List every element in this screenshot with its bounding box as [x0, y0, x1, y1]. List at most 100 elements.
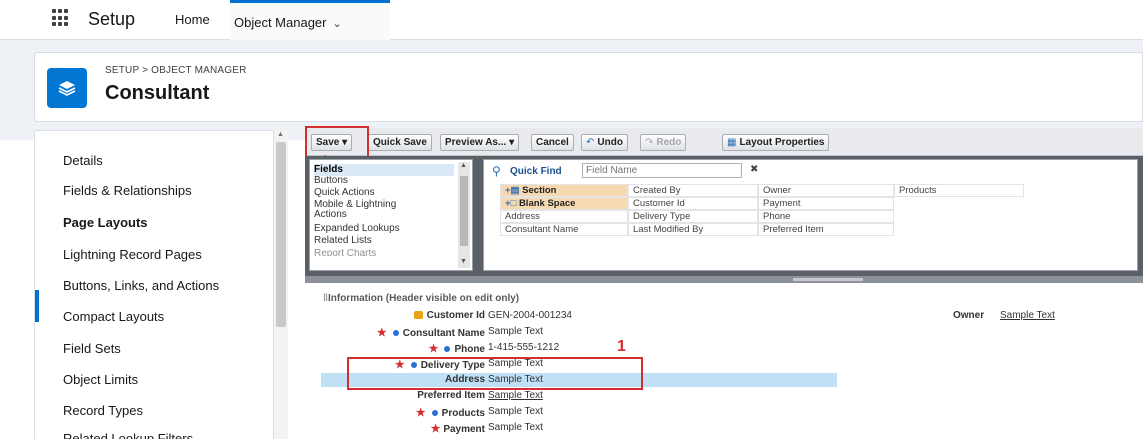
palette-scrollbar[interactable]: ▲ ▼ — [458, 162, 470, 268]
app-name: Setup — [88, 9, 136, 29]
layout-field-label-customer-id: Customer Id — [413, 310, 485, 321]
palette-category-list: Fields Buttons Quick Actions Mobile & Li… — [309, 159, 473, 271]
sidebar-item-buttons-links-actions[interactable]: Buttons, Links, and Actions — [63, 278, 219, 293]
scroll-up-arrow-icon[interactable]: ▲ — [460, 162, 467, 169]
layout-field-label[interactable]: Customer Id — [325, 310, 485, 324]
undo-button[interactable]: ↶ Undo — [581, 134, 628, 151]
preview-as-button[interactable]: Preview As... ▾ — [440, 134, 520, 151]
palette-field[interactable]: Consultant Name — [500, 223, 628, 236]
palette-field[interactable]: Created By — [628, 184, 758, 197]
layout-field-label-phone: ★ Phone — [429, 342, 485, 355]
required-icon: ★ — [430, 423, 441, 435]
palette-field[interactable]: Last Modified By — [628, 223, 758, 236]
search-icon: ⚲ — [492, 164, 501, 178]
field-label: Phone — [454, 344, 485, 355]
layout-field-label[interactable]: ★ Payment — [325, 422, 485, 436]
layout-field-label[interactable]: ★ Phone — [325, 342, 485, 356]
field-value: Sample Text — [488, 422, 543, 433]
tab-home[interactable]: Home — [175, 12, 210, 27]
layout-field-label[interactable]: ★ Consultant Name — [325, 326, 485, 340]
field-value: Sample Text — [488, 406, 543, 417]
preview-as-label: Preview As... — [445, 137, 507, 148]
palette-category-buttons[interactable]: Buttons — [314, 176, 348, 186]
object-manager-sidebar: Details Fields & Relationships Page Layo… — [34, 130, 274, 439]
annotation-number-1: 1 — [617, 338, 626, 355]
section-header[interactable]: ‖Information (Header visible on edit onl… — [323, 293, 519, 304]
address-highlight-box — [347, 357, 643, 390]
palette-resize-handle[interactable] — [305, 276, 1143, 283]
palette-field[interactable]: Preferred Item — [758, 223, 894, 236]
sidebar-item-compact-layouts[interactable]: Compact Layouts — [63, 309, 164, 324]
sidebar-item-page-layouts[interactable]: Page Layouts — [63, 215, 148, 230]
palette-field[interactable]: Address — [500, 210, 628, 223]
dropdown-arrow-icon[interactable]: ▾ — [509, 137, 514, 148]
redo-button[interactable]: ↷ Redo — [640, 134, 687, 151]
palette-field-label: Section — [522, 185, 557, 196]
save-highlight-box — [305, 126, 369, 158]
layout-field-label[interactable]: Preferred Item — [325, 390, 485, 404]
sidebar-item-related-lookup-filters[interactable]: Related Lookup Filters — [63, 431, 193, 439]
layout-properties-icon: ▦ — [727, 137, 737, 148]
object-header: SETUP > OBJECT MANAGER Consultant — [34, 52, 1143, 122]
field-label: Payment — [443, 424, 485, 435]
undo-label: Undo — [597, 137, 623, 148]
field-label: Consultant Name — [402, 328, 485, 339]
palette-field[interactable]: Customer Id — [628, 197, 758, 210]
breadcrumb[interactable]: SETUP > OBJECT MANAGER — [105, 65, 247, 76]
clear-search-icon[interactable]: ✖ — [750, 164, 758, 175]
layers-icon — [47, 68, 87, 108]
palette-category-expanded-lookups[interactable]: Expanded Lookups — [314, 224, 400, 234]
sidebar-item-object-limits[interactable]: Object Limits — [63, 372, 138, 387]
palette-field[interactable]: Phone — [758, 210, 894, 223]
field-value: Sample Text — [488, 390, 543, 401]
palette-field[interactable]: Products — [894, 184, 1024, 197]
palette-scrollbar-thumb[interactable] — [460, 176, 468, 246]
palette-field-empty — [894, 197, 1024, 210]
sidebar-item-lightning-record-pages[interactable]: Lightning Record Pages — [63, 247, 202, 262]
palette-category-actions[interactable]: Actions — [314, 210, 347, 220]
field-dot-icon — [392, 329, 399, 336]
layout-field-label[interactable]: ★ Products — [325, 406, 485, 420]
editor-toolbar: Save ▾ Quick Save Preview As... ▾ Cancel… — [305, 126, 1143, 168]
palette-field-panel: ⚲ Quick Find ✖ +▤ Section Created By Own… — [483, 159, 1138, 271]
palette-field-blank-space[interactable]: +□ Blank Space — [500, 197, 628, 210]
required-icon: ★ — [428, 343, 439, 355]
section-icon: +▤ — [505, 185, 520, 196]
sidebar-item-record-types[interactable]: Record Types — [63, 403, 143, 418]
palette-field-empty — [894, 210, 1024, 223]
sidebar-scrollbar-thumb[interactable] — [276, 142, 286, 327]
layout-field-label-owner[interactable]: Owner — [953, 310, 984, 321]
active-indicator — [35, 290, 39, 322]
quick-save-button[interactable]: Quick Save — [368, 134, 432, 151]
scroll-down-arrow-icon[interactable]: ▼ — [460, 258, 467, 265]
page-layout-editor: Save ▾ Quick Save Preview As... ▾ Cancel… — [305, 126, 1143, 439]
palette-field[interactable]: Owner — [758, 184, 894, 197]
owner-value: Sample Text — [1000, 310, 1055, 321]
palette-field[interactable]: Payment — [758, 197, 894, 210]
field-value: Sample Text — [488, 326, 543, 337]
required-icon: ★ — [415, 407, 426, 419]
palette-category-report-charts[interactable]: Report Charts — [314, 249, 376, 256]
palette-field[interactable]: Delivery Type — [628, 210, 758, 223]
app-launcher-icon[interactable] — [52, 9, 70, 27]
chevron-down-icon[interactable]: ⌄ — [333, 17, 342, 30]
undo-icon: ↶ — [586, 137, 595, 148]
field-label: Customer Id — [426, 310, 485, 321]
required-icon: ★ — [376, 327, 387, 339]
palette-field-label: Blank Space — [518, 198, 576, 209]
redo-label: Redo — [656, 137, 682, 148]
layout-properties-label: Layout Properties — [739, 137, 825, 148]
sidebar-item-details[interactable]: Details — [63, 153, 103, 168]
tab-object-manager[interactable]: Object Manager ⌄ — [230, 0, 390, 40]
palette-category-quick-actions[interactable]: Quick Actions — [314, 188, 375, 198]
cancel-button[interactable]: Cancel — [531, 134, 574, 151]
quick-find-input[interactable] — [582, 163, 742, 178]
sidebar-item-field-sets[interactable]: Field Sets — [63, 341, 121, 356]
palette-field-section[interactable]: +▤ Section — [500, 184, 628, 197]
scroll-up-arrow-icon[interactable]: ▲ — [277, 131, 284, 138]
palette-category-related-lists[interactable]: Related Lists — [314, 236, 372, 246]
sidebar-item-fields-relationships[interactable]: Fields & Relationships — [63, 183, 192, 198]
palette-field-empty — [894, 223, 1024, 236]
resize-grip-icon[interactable] — [793, 278, 863, 281]
layout-properties-button[interactable]: ▦ Layout Properties — [722, 134, 830, 151]
